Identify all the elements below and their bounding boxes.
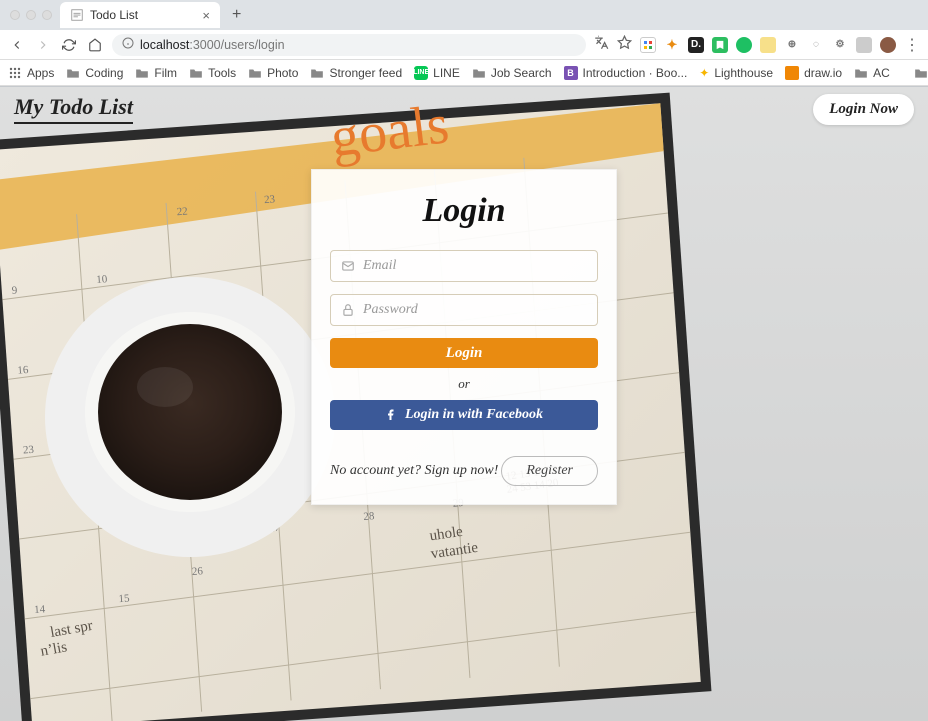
extension-icon[interactable]: D. bbox=[688, 37, 704, 53]
browser-chrome: Todo List × + localhost:3000/users/login… bbox=[0, 0, 928, 87]
password-input-wrap[interactable] bbox=[330, 294, 598, 326]
login-card: Login Login or Login in with Facebook No… bbox=[311, 169, 617, 505]
facebook-icon bbox=[385, 409, 397, 421]
tab-close-icon[interactable]: × bbox=[202, 8, 210, 23]
bookmark-folder[interactable]: Tools bbox=[189, 66, 236, 80]
login-title: Login bbox=[330, 192, 598, 230]
extension-icon[interactable] bbox=[760, 37, 776, 53]
svg-text:23: 23 bbox=[23, 444, 35, 457]
back-button[interactable] bbox=[8, 36, 26, 54]
address-bar[interactable]: localhost:3000/users/login bbox=[112, 34, 586, 56]
email-input-wrap[interactable] bbox=[330, 250, 598, 282]
svg-text:16: 16 bbox=[17, 364, 29, 377]
bookmarks-bar: Apps Coding Film Tools Photo Stronger fe… bbox=[0, 60, 928, 86]
bookmark-item[interactable]: draw.io bbox=[785, 66, 842, 80]
browser-toolbar: localhost:3000/users/login ✦ D. ⊕ ◌ ⚙ ⋮ bbox=[0, 30, 928, 60]
star-icon[interactable] bbox=[617, 35, 632, 55]
window-controls bbox=[10, 10, 52, 20]
window-close-dot[interactable] bbox=[10, 10, 20, 20]
email-field[interactable] bbox=[363, 258, 587, 274]
svg-text:26: 26 bbox=[191, 565, 203, 578]
extension-icon[interactable] bbox=[736, 37, 752, 53]
site-info-icon[interactable] bbox=[122, 37, 134, 52]
bookmark-folder[interactable]: Job Search bbox=[472, 66, 552, 80]
browser-tab[interactable]: Todo List × bbox=[60, 2, 220, 28]
extension-icon[interactable] bbox=[712, 37, 728, 53]
brand-title[interactable]: My Todo List bbox=[14, 94, 133, 124]
signup-row: No account yet? Sign up now! Register bbox=[330, 456, 598, 486]
reload-button[interactable] bbox=[60, 36, 78, 54]
tab-favicon-icon bbox=[70, 8, 84, 22]
register-button[interactable]: Register bbox=[501, 456, 598, 486]
tab-strip: Todo List × + bbox=[0, 0, 928, 30]
new-tab-button[interactable]: + bbox=[226, 6, 247, 24]
forward-button[interactable] bbox=[34, 36, 52, 54]
extension-icon[interactable]: ⊕ bbox=[784, 37, 800, 53]
extension-icon[interactable]: ⚙ bbox=[832, 37, 848, 53]
bookmark-item[interactable]: BIntroduction · Boo... bbox=[564, 66, 688, 80]
or-divider: or bbox=[330, 376, 598, 392]
extension-icon[interactable]: ✦ bbox=[664, 37, 680, 53]
svg-text:22: 22 bbox=[176, 205, 188, 218]
apps-button[interactable]: Apps bbox=[8, 66, 54, 80]
other-bookmarks[interactable]: Other Bookmarks bbox=[914, 66, 928, 80]
url-text: localhost:3000/users/login bbox=[140, 38, 285, 52]
extension-icon[interactable] bbox=[856, 37, 872, 53]
page-topbar: My Todo List Login Now bbox=[0, 87, 928, 131]
svg-text:10: 10 bbox=[96, 273, 108, 286]
facebook-login-button[interactable]: Login in with Facebook bbox=[330, 400, 598, 430]
bookmark-folder[interactable]: AC bbox=[854, 66, 890, 80]
window-max-dot[interactable] bbox=[42, 10, 52, 20]
password-field[interactable] bbox=[363, 302, 587, 318]
svg-text:14: 14 bbox=[34, 603, 46, 616]
svg-text:15: 15 bbox=[118, 592, 130, 605]
bookmark-folder[interactable]: Film bbox=[135, 66, 177, 80]
extension-icon[interactable]: ◌ bbox=[808, 37, 824, 53]
profile-avatar-icon[interactable] bbox=[880, 37, 896, 53]
toolbar-extensions: ✦ D. ⊕ ◌ ⚙ ⋮ bbox=[594, 35, 920, 55]
bookmark-item[interactable]: LINELINE bbox=[414, 66, 460, 80]
svg-text:28: 28 bbox=[363, 510, 375, 523]
tab-title: Todo List bbox=[90, 8, 138, 22]
extension-icon[interactable] bbox=[640, 37, 656, 53]
bookmark-folder[interactable]: Coding bbox=[66, 66, 123, 80]
page-content: goals 910 1623 1415 2223 bbox=[0, 87, 928, 721]
window-min-dot[interactable] bbox=[26, 10, 36, 20]
login-now-button[interactable]: Login Now bbox=[813, 94, 914, 125]
envelope-icon bbox=[341, 259, 355, 273]
svg-text:23: 23 bbox=[264, 193, 276, 206]
facebook-login-label: Login in with Facebook bbox=[405, 407, 543, 423]
signup-prompt: No account yet? Sign up now! bbox=[330, 463, 498, 479]
home-button[interactable] bbox=[86, 36, 104, 54]
login-button[interactable]: Login bbox=[330, 338, 598, 368]
translate-icon[interactable] bbox=[594, 35, 609, 55]
bookmark-folder[interactable]: Photo bbox=[248, 66, 298, 80]
menu-icon[interactable]: ⋮ bbox=[904, 35, 920, 55]
lock-icon bbox=[341, 303, 355, 317]
bookmark-folder[interactable]: Stronger feed bbox=[310, 66, 402, 80]
bookmark-item[interactable]: ✦Lighthouse bbox=[699, 66, 773, 80]
